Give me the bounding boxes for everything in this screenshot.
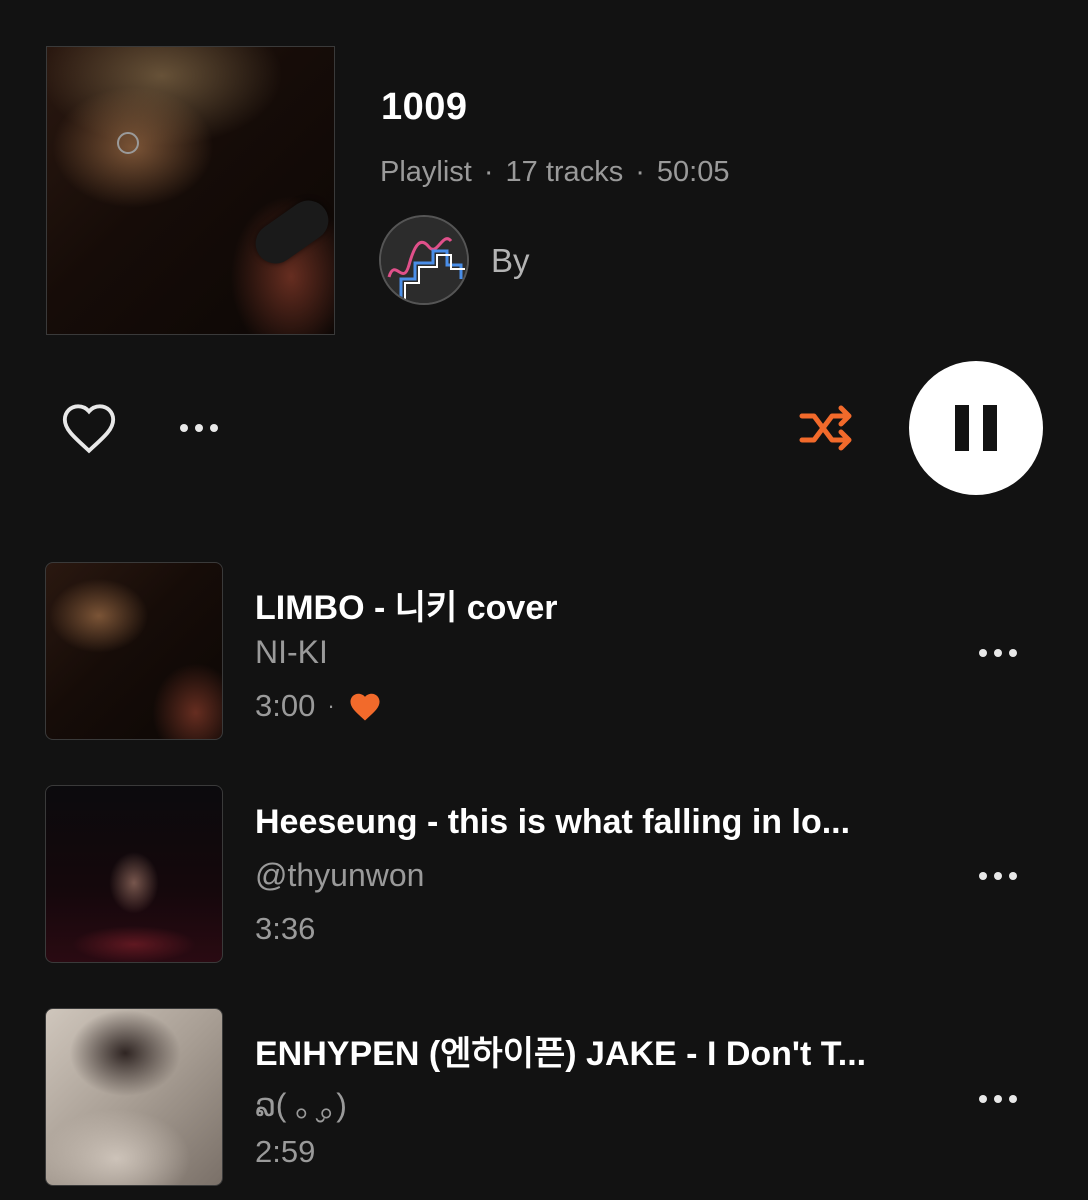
playlist-meta: Playlist · 17 tracks · 50:05 <box>380 156 729 189</box>
track-artist[interactable]: @thyunwon <box>255 857 424 894</box>
more-dots-icon <box>979 1095 1017 1103</box>
track-artist[interactable]: NI-KI <box>255 634 328 671</box>
more-dots-icon <box>979 649 1017 657</box>
playlist-track-count: 17 tracks <box>505 156 624 188</box>
meta-separator: · <box>327 693 335 718</box>
playlist-cover-art <box>46 46 335 335</box>
more-options-button[interactable] <box>178 420 220 436</box>
track-more-button[interactable] <box>977 646 1019 660</box>
track-row[interactable]: Heeseung - this is what falling in lo...… <box>0 785 1088 965</box>
meta-separator: · <box>635 156 645 188</box>
playlist-duration: 50:05 <box>656 156 730 188</box>
track-row[interactable]: LIMBO - 니키 cover NI-KI 3:00 · <box>0 562 1088 742</box>
track-title: Heeseung - this is what falling in lo... <box>255 803 851 841</box>
more-dots-icon <box>180 424 218 432</box>
track-duration: 2:59 <box>255 1134 316 1169</box>
track-meta: 2:59 <box>255 1134 315 1170</box>
track-meta: 3:00 · <box>255 688 383 724</box>
track-artwork <box>45 562 223 740</box>
track-more-button[interactable] <box>977 1092 1019 1106</box>
track-artist[interactable]: ລ( ｡ ̮｡) <box>255 1080 347 1126</box>
track-meta: 3:36 <box>255 911 315 947</box>
playlist-type: Playlist <box>380 156 472 188</box>
track-more-button[interactable] <box>977 869 1019 883</box>
playlist-title: 1009 <box>381 86 468 128</box>
pause-button[interactable] <box>909 361 1043 495</box>
heart-outline-icon <box>62 404 116 454</box>
more-dots-icon <box>979 872 1017 880</box>
track-artwork <box>45 785 223 963</box>
track-duration: 3:00 <box>255 688 316 723</box>
cover-detail <box>117 132 139 154</box>
liked-heart-icon <box>350 693 380 721</box>
playlist-page: 1009 Playlist · 17 tracks · 50:05 By LIM… <box>0 0 1088 1200</box>
owner-avatar-graphic <box>381 217 467 303</box>
owner-avatar[interactable] <box>379 215 469 305</box>
meta-separator: · <box>483 156 494 188</box>
like-button[interactable] <box>60 400 118 458</box>
shuffle-button[interactable] <box>798 402 856 454</box>
track-duration: 3:36 <box>255 911 316 946</box>
track-row[interactable]: ENHYPEN (엔하이픈) JAKE - I Don't T... ລ( ｡ … <box>0 1008 1088 1188</box>
shuffle-icon <box>799 405 852 451</box>
track-title: LIMBO - 니키 cover <box>255 589 558 627</box>
cover-detail <box>247 192 334 272</box>
track-title: ENHYPEN (엔하이픈) JAKE - I Don't T... <box>255 1035 867 1073</box>
playlist-owner-by: By <box>491 242 530 279</box>
track-artwork <box>45 1008 223 1186</box>
